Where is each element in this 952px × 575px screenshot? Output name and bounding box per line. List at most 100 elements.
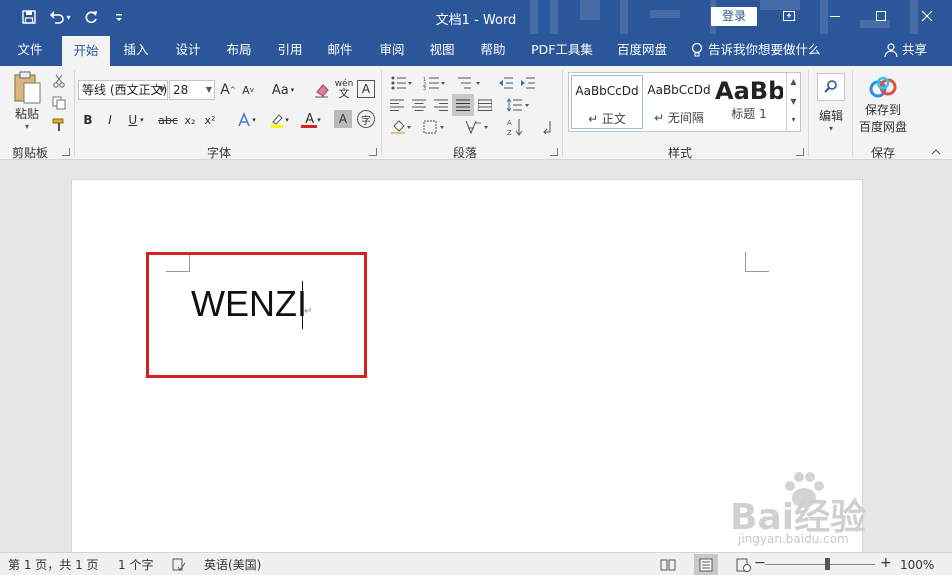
ribbon-display-options-button[interactable] <box>766 0 812 32</box>
font-name-combo[interactable]: 等线 (西文正文) ▼ <box>78 80 168 100</box>
bold-button[interactable]: B <box>80 110 96 130</box>
svg-text:3: 3 <box>423 86 426 90</box>
character-shading-button[interactable]: A <box>334 110 352 128</box>
character-border-button[interactable]: A <box>357 80 375 98</box>
word-count[interactable]: 1 个字 <box>118 556 153 574</box>
clipboard-launcher-icon[interactable] <box>62 148 70 156</box>
style-heading-1[interactable]: AaBb 标题 1 <box>715 75 783 129</box>
zoom-slider-thumb[interactable] <box>825 558 830 570</box>
enclose-characters-button[interactable]: 字 <box>357 110 375 128</box>
baidu-netdisk-icon <box>869 76 897 98</box>
collapse-ribbon-icon[interactable] <box>928 146 944 158</box>
login-button[interactable]: 登录 <box>711 7 757 26</box>
align-center-icon[interactable] <box>410 96 428 114</box>
underline-button[interactable]: U ▾ <box>123 110 149 130</box>
distributed-icon[interactable] <box>476 96 494 114</box>
bullets-button[interactable] <box>388 74 416 92</box>
group-divider <box>562 70 563 156</box>
gallery-more[interactable]: ▾ <box>786 111 800 131</box>
font-size-combo[interactable]: 28 ▼ <box>169 80 215 100</box>
share-button[interactable]: 共享 <box>884 34 927 66</box>
decrease-indent-icon[interactable] <box>496 74 516 92</box>
asian-layout-button[interactable] <box>462 118 494 136</box>
highlight-color-button[interactable]: ▾ <box>264 110 294 130</box>
numbered-list-icon: 123 <box>423 77 445 90</box>
gallery-scroll-up[interactable]: ▲ <box>786 73 800 93</box>
tab-layout[interactable]: 布局 <box>217 34 261 66</box>
clear-formatting-icon[interactable] <box>312 80 332 100</box>
character-border-label: A <box>361 82 371 96</box>
save-group-label: 保存 <box>870 146 895 160</box>
tab-references[interactable]: 引用 <box>268 34 312 66</box>
styles-launcher-icon[interactable] <box>796 148 804 156</box>
style-heading-1-name: 标题 1 <box>731 107 767 121</box>
phonetic-guide-button[interactable]: wén 文 <box>334 78 354 100</box>
shading-button[interactable] <box>388 118 416 136</box>
italic-button[interactable]: I <box>102 110 118 130</box>
font-group-label: 字体 <box>206 146 231 160</box>
style-no-spacing[interactable]: AaBbCcDd ↵ 无间隔 <box>643 75 715 129</box>
page-count[interactable]: 第 1 页，共 1 页 <box>8 556 99 574</box>
zoom-level[interactable]: 100% <box>900 556 934 574</box>
style-normal[interactable]: AaBbCcDd ↵ 正文 <box>571 75 643 129</box>
multilevel-list-button[interactable] <box>454 74 486 92</box>
strikethrough-button[interactable]: abc <box>157 110 179 130</box>
proofing-icon[interactable] <box>172 556 186 574</box>
close-button[interactable] <box>904 0 950 32</box>
font-name-value: 等线 (西文正文) <box>82 83 168 97</box>
align-left-icon[interactable] <box>388 96 406 114</box>
change-case-button[interactable]: Aa ▾ <box>268 80 298 100</box>
read-mode-icon[interactable] <box>660 556 676 574</box>
format-painter-icon[interactable] <box>50 116 68 134</box>
align-right-icon[interactable] <box>432 96 450 114</box>
save-to-baidu-line1: 保存到 <box>864 103 901 117</box>
justify-icon[interactable] <box>452 94 474 116</box>
highlighter-icon <box>271 114 284 128</box>
increase-indent-icon[interactable] <box>518 74 538 92</box>
ribbon-tab-bar: 文件 开始 插入 设计 布局 引用 邮件 审阅 视图 帮助 PDF工具集 百度网… <box>0 34 952 66</box>
font-color-button[interactable]: A ▾ <box>298 110 328 130</box>
web-layout-icon[interactable] <box>736 556 752 574</box>
language[interactable]: 英语(美国) <box>204 556 261 574</box>
superscript-button[interactable]: x² <box>201 110 219 130</box>
zoom-in-button[interactable]: + <box>880 554 892 572</box>
tab-baidu-netdisk[interactable]: 百度网盘 <box>612 34 672 66</box>
gallery-scroll-down[interactable]: ▼ <box>786 93 800 113</box>
minimize-button[interactable] <box>812 0 858 32</box>
tell-me-search[interactable]: 告诉我你想要做什么 <box>690 34 821 66</box>
editing-button[interactable]: 编辑 ▾ <box>814 70 848 136</box>
print-layout-icon[interactable] <box>694 554 718 575</box>
tab-view[interactable]: 视图 <box>420 34 464 66</box>
tab-review[interactable]: 审阅 <box>370 34 414 66</box>
paragraph-launcher-icon[interactable] <box>550 148 558 156</box>
text-effects-button[interactable]: ▾ <box>232 110 260 130</box>
zoom-slider-track[interactable] <box>765 564 875 565</box>
zoom-out-button[interactable]: − <box>754 554 766 572</box>
change-case-label: Aa <box>271 82 289 98</box>
cut-icon[interactable] <box>50 72 68 90</box>
sort-icon[interactable]: AZ <box>504 116 526 138</box>
title-bar: ▾ 文档1 - Word 登录 <box>0 0 952 66</box>
tab-file[interactable]: 文件 <box>0 34 60 66</box>
svg-text:Z: Z <box>507 129 512 137</box>
numbering-button[interactable]: 123 <box>420 74 450 92</box>
tab-help[interactable]: 帮助 <box>471 34 515 66</box>
line-spacing-button[interactable] <box>504 96 534 114</box>
copy-icon[interactable] <box>50 94 68 112</box>
tab-home[interactable]: 开始 <box>62 36 110 66</box>
shrink-font-button[interactable]: Av <box>239 80 257 100</box>
group-divider <box>852 70 853 156</box>
font-launcher-icon[interactable] <box>369 148 377 156</box>
tab-mailings[interactable]: 邮件 <box>318 34 362 66</box>
tab-design[interactable]: 设计 <box>166 34 210 66</box>
save-to-baidu-button[interactable]: 保存到 百度网盘 <box>856 70 910 140</box>
tab-insert[interactable]: 插入 <box>114 34 158 66</box>
line-spacing-icon <box>507 98 529 112</box>
paragraph-mark-icon[interactable] <box>538 118 556 136</box>
grow-font-button[interactable]: A ^ <box>219 80 237 100</box>
subscript-button[interactable]: x₂ <box>181 110 199 130</box>
borders-button[interactable] <box>420 118 450 136</box>
maximize-button[interactable] <box>858 0 904 32</box>
tab-pdf-tools[interactable]: PDF工具集 <box>526 34 598 66</box>
paste-button[interactable]: 粘贴 ▾ <box>8 70 46 132</box>
